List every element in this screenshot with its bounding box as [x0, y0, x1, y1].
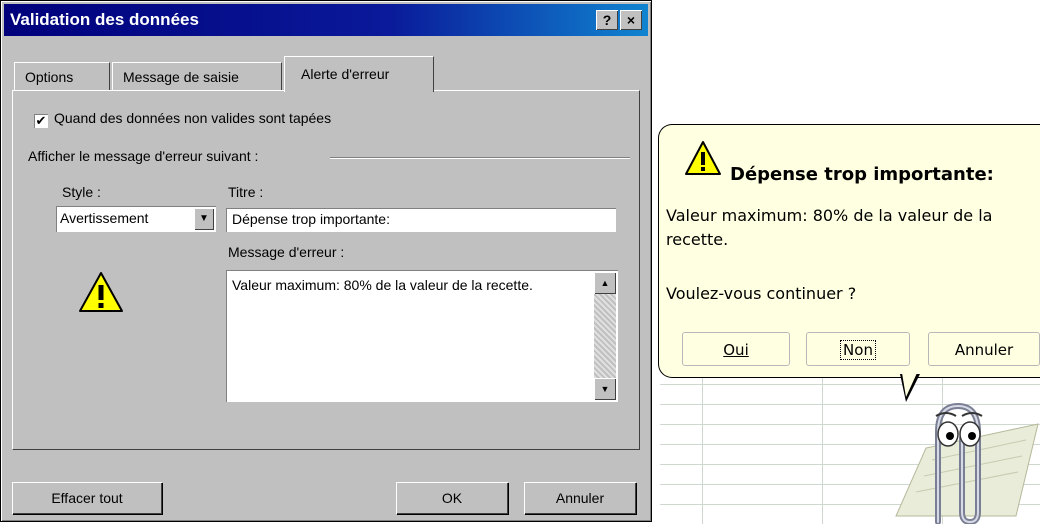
- balloon-message: Valeur maximum: 80% de la valeur de la r…: [666, 206, 993, 249]
- warning-icon: [79, 272, 123, 312]
- no-button-label: Non: [840, 340, 876, 360]
- invalid-data-checkbox[interactable]: ✔: [34, 114, 48, 128]
- tab-options[interactable]: Options: [14, 62, 110, 90]
- style-label: Style :: [62, 184, 101, 200]
- balloon-cancel-label: Annuler: [954, 341, 1014, 359]
- textarea-scrollbar[interactable]: ▲ ▼: [594, 272, 616, 400]
- invalid-data-checkbox-label[interactable]: Quand des données non valides sont tapée…: [54, 110, 331, 126]
- group-divider: [330, 157, 630, 159]
- ok-button[interactable]: OK: [396, 482, 508, 514]
- balloon-cancel-button[interactable]: Annuler: [928, 332, 1040, 366]
- scroll-up-icon[interactable]: ▲: [594, 272, 616, 294]
- balloon-question: Voulez-vous continuer ?: [666, 284, 857, 303]
- balloon-title: Dépense trop importante:: [730, 164, 994, 185]
- tab-message-de-saisie[interactable]: Message de saisie: [112, 62, 282, 90]
- tab-alerte-erreur[interactable]: Alerte d'erreur: [284, 56, 434, 92]
- cancel-button[interactable]: Annuler: [524, 482, 636, 514]
- error-message-label: Message d'erreur :: [228, 244, 345, 260]
- no-button[interactable]: Non: [806, 332, 910, 366]
- error-message-text: Valeur maximum: 80% de la valeur de la r…: [232, 277, 533, 293]
- help-button[interactable]: ?: [596, 10, 618, 30]
- titre-label: Titre :: [228, 184, 264, 200]
- titre-input[interactable]: Dépense trop importante:: [226, 208, 616, 232]
- error-message-textarea[interactable]: Valeur maximum: 80% de la valeur de la r…: [226, 270, 618, 402]
- warning-icon: [685, 141, 721, 175]
- yes-button-label: Oui: [723, 341, 749, 359]
- clear-all-button[interactable]: Effacer tout: [12, 482, 162, 514]
- scroll-down-icon[interactable]: ▼: [594, 378, 616, 400]
- dialog-titlebar[interactable]: Validation des données ? ×: [4, 4, 648, 36]
- paperclip-assistant-icon[interactable]: [866, 376, 1040, 524]
- close-button[interactable]: ×: [620, 10, 642, 30]
- chevron-down-icon[interactable]: ▼: [194, 208, 214, 230]
- style-select[interactable]: Avertissement ▼: [56, 206, 216, 232]
- dialog-title: Validation des données: [10, 10, 199, 29]
- style-select-value: Avertissement: [60, 210, 149, 226]
- yes-button[interactable]: Oui: [682, 332, 790, 366]
- error-message-group-label: Afficher le message d'erreur suivant :: [28, 148, 259, 164]
